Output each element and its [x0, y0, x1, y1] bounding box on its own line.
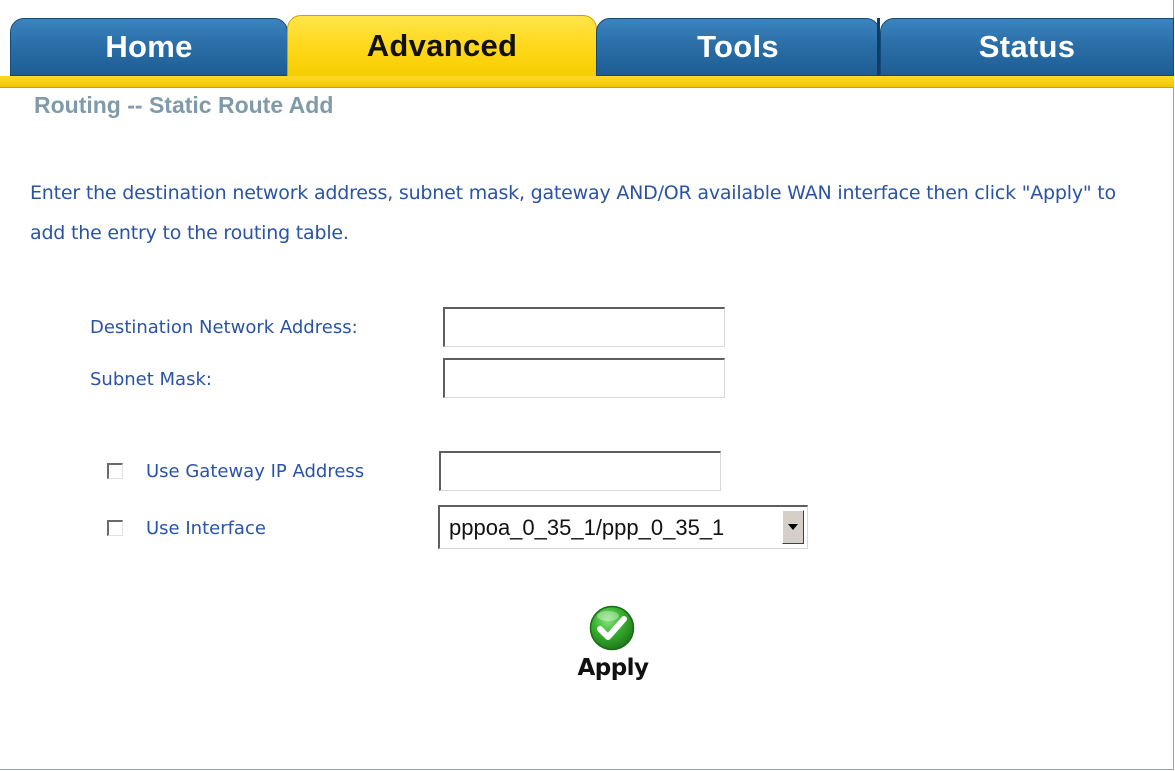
green-checkmark-icon: [589, 605, 635, 651]
tab-status-label: Status: [978, 29, 1076, 64]
interface-select[interactable]: pppoa_0_35_1/ppp_0_35_1: [438, 505, 808, 549]
use-gateway-checkbox[interactable]: [107, 463, 123, 479]
apply-label: Apply: [577, 655, 649, 681]
tab-advanced-label: Advanced: [366, 28, 518, 63]
subnet-mask-label: Subnet Mask:: [90, 369, 212, 390]
subnet-mask-input[interactable]: [443, 358, 725, 398]
nav-underline-bar: [0, 76, 1174, 88]
tab-tools-label: Tools: [697, 29, 779, 64]
top-nav: Home Advanced Tools Status: [0, 13, 1174, 88]
page-title: Routing -- Static Route Add: [34, 92, 334, 118]
destination-input[interactable]: [443, 307, 725, 347]
apply-button[interactable]: Apply: [568, 605, 658, 693]
chevron-down-icon[interactable]: [782, 510, 804, 544]
use-interface-checkbox[interactable]: [107, 520, 123, 536]
gateway-ip-input[interactable]: [439, 451, 721, 491]
tab-home-label: Home: [105, 29, 193, 64]
use-gateway-label: Use Gateway IP Address: [146, 461, 365, 482]
tab-home[interactable]: Home: [10, 18, 288, 76]
page-frame: Home Advanced Tools Status Routing -- St…: [0, 0, 1174, 770]
destination-label: Destination Network Address:: [90, 317, 358, 338]
interface-select-value: pppoa_0_35_1/ppp_0_35_1: [449, 515, 725, 540]
tab-tools[interactable]: Tools: [596, 18, 880, 76]
tab-advanced[interactable]: Advanced: [287, 15, 597, 79]
nav-left-edge: [0, 13, 8, 76]
instructions-text: Enter the destination network address, s…: [30, 182, 1116, 244]
use-interface-label: Use Interface: [146, 518, 266, 539]
tab-status[interactable]: Status: [880, 18, 1174, 76]
